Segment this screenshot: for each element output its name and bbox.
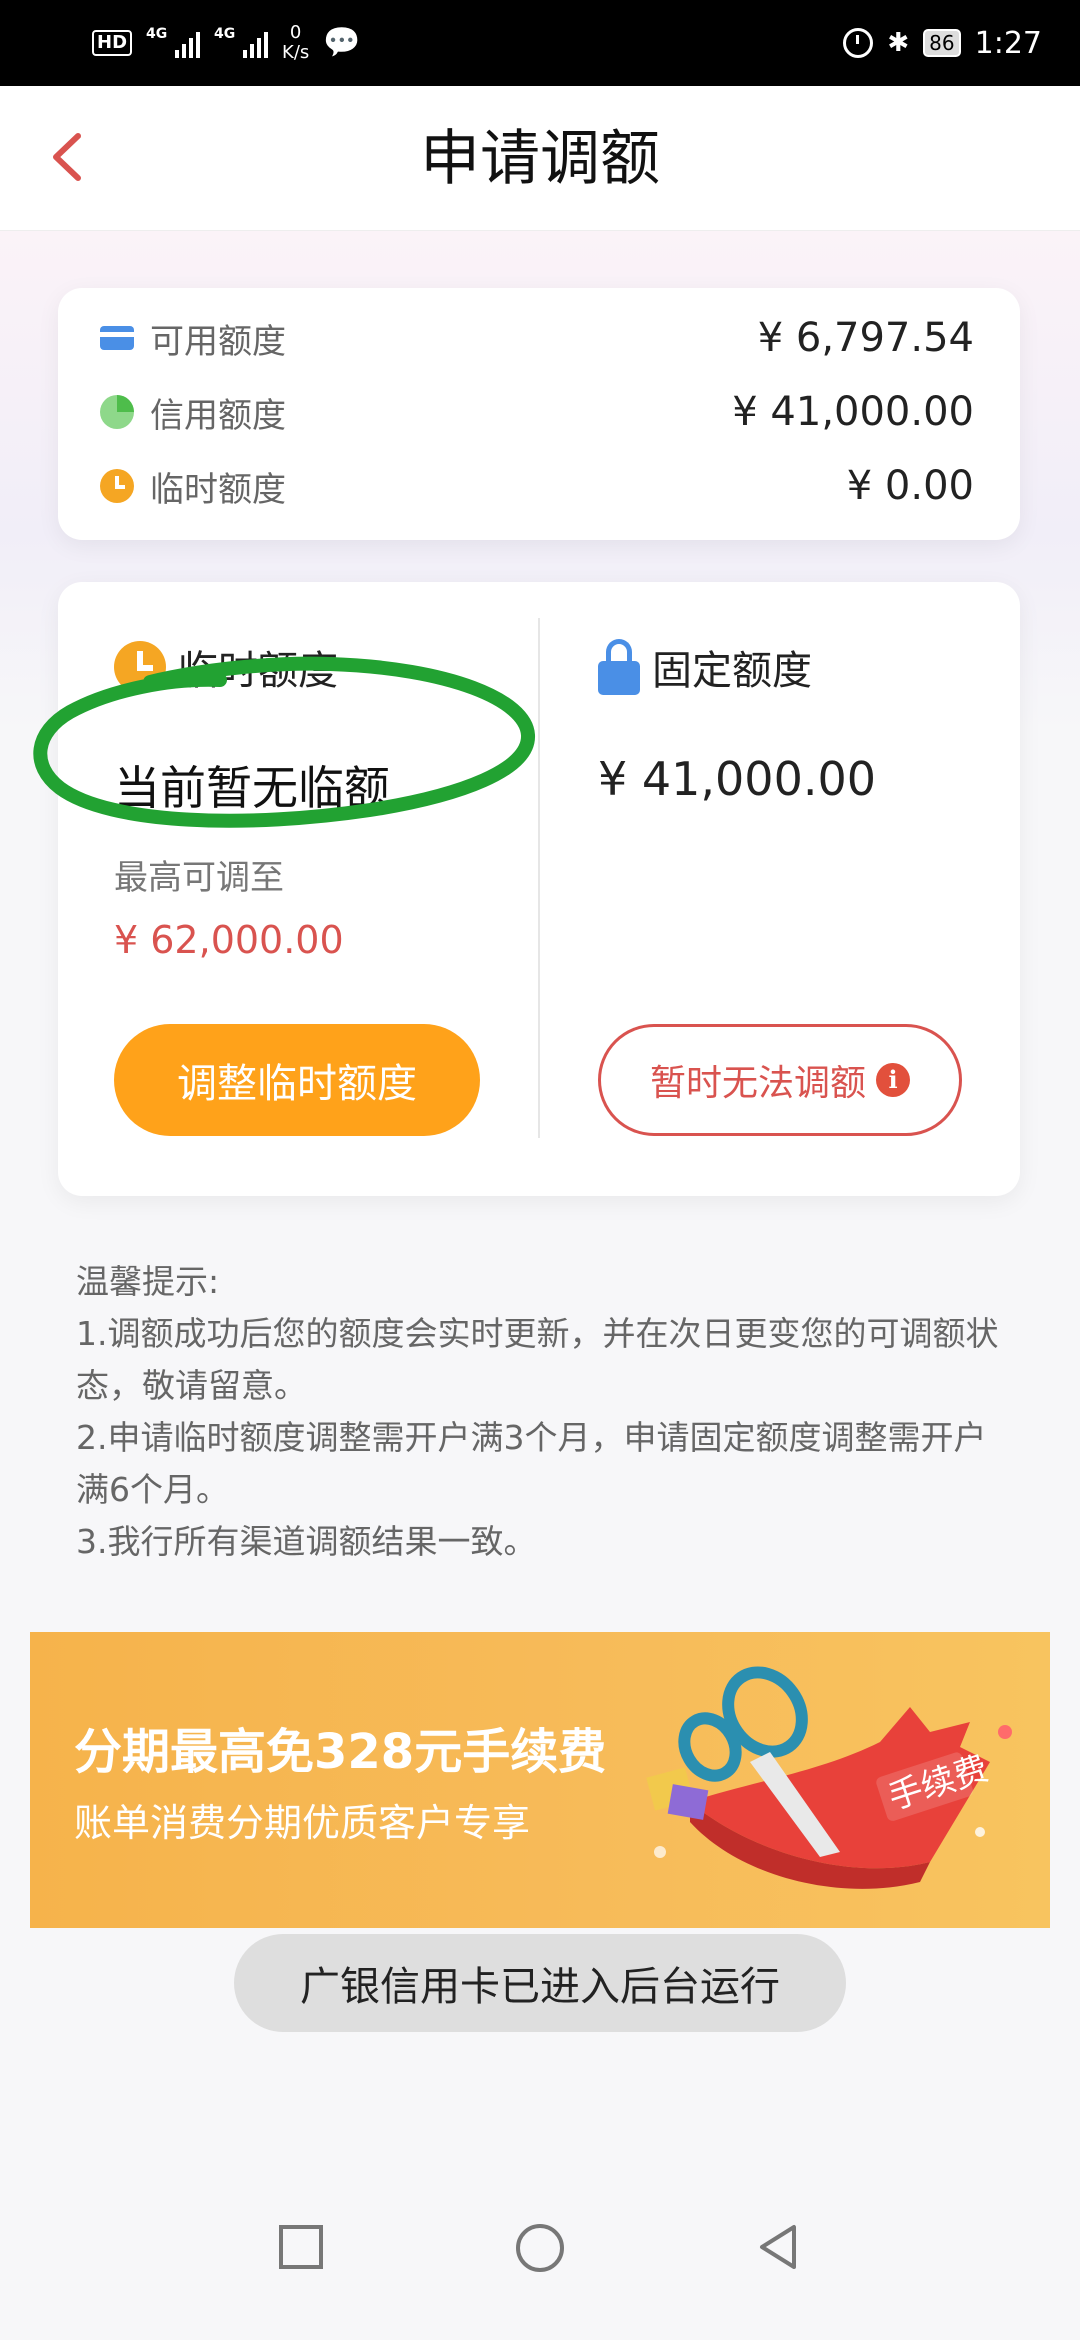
- app-header: 申请调额: [0, 86, 1080, 231]
- system-nav-bar: [0, 2054, 1080, 2340]
- tip-item: 3.我行所有渠道调额结果一致。: [76, 1522, 537, 1561]
- credit-summary-card: 可用额度 ¥ 6,797.54 信用额度 ¥ 41,000.00 临时额度 ¥ …: [58, 288, 1020, 540]
- pie-icon: [100, 395, 134, 429]
- tips-section: 温馨提示: 1.调额成功后您的额度会实时更新，并在次日更变您的可调额状态，敬请留…: [76, 1256, 1016, 1568]
- summary-row-temporary: 临时额度 ¥ 0.00: [100, 456, 974, 516]
- clock-time: 1:27: [974, 25, 1042, 61]
- hd-indicator: HD: [92, 30, 133, 56]
- summary-row-credit: 信用额度 ¥ 41,000.00: [100, 382, 974, 442]
- bluetooth-icon: ✱: [887, 28, 910, 58]
- temp-limit-status: 当前暂无临额: [114, 761, 390, 815]
- column-divider: [538, 618, 540, 1138]
- alarm-icon: [843, 28, 874, 58]
- lock-icon: [598, 639, 640, 695]
- banner-headline: 分期最高免328元手续费: [74, 1724, 607, 1780]
- home-button[interactable]: [514, 2222, 566, 2274]
- recent-apps-button[interactable]: [276, 2222, 326, 2272]
- status-left: HD 4G 4G 0 K/s 💬: [92, 0, 361, 86]
- promo-banner[interactable]: 分期最高免328元手续费 账单消费分期优质客户专享 手续费: [30, 1632, 1050, 1928]
- unable-adjust-label: 暂时无法调额: [649, 1063, 866, 1104]
- card-icon: [100, 326, 134, 350]
- adjust-temp-limit-button[interactable]: 调整临时额度: [114, 1024, 480, 1136]
- fixed-limit-value: ¥ 41,000.00: [598, 752, 876, 806]
- background-toast: 广银信用卡已进入后台运行: [234, 1934, 846, 2032]
- network-speed: 0 K/s: [282, 22, 310, 63]
- info-icon[interactable]: i: [876, 1063, 910, 1097]
- page-title: 申请调额: [420, 124, 660, 194]
- summary-row-available: 可用额度 ¥ 6,797.54: [100, 308, 974, 368]
- adjust-limit-card: 临时额度 当前暂无临额 最高可调至 ¥ 62,000.00 调整临时额度 固定额…: [58, 582, 1020, 1196]
- max-adjust-label: 最高可调至: [114, 858, 284, 898]
- battery-indicator: 86: [923, 29, 961, 57]
- tips-title: 温馨提示:: [76, 1262, 220, 1301]
- clock-icon: [114, 641, 166, 693]
- tip-item: 2.申请临时额度调整需开户满3个月，申请固定额度调整需开户满6个月。: [76, 1418, 987, 1509]
- scissors-ribbon-illustration: 手续费: [646, 1666, 1012, 1889]
- unable-adjust-button[interactable]: 暂时无法调额 i: [598, 1024, 962, 1136]
- clock-icon: [100, 469, 134, 503]
- temp-limit-header: 临时额度: [114, 638, 338, 696]
- status-bar: HD 4G 4G 0 K/s 💬 ✱ 86 1:27: [0, 0, 1080, 86]
- status-right: ✱ 86 1:27: [843, 0, 1042, 86]
- max-adjust-value: ¥ 62,000.00: [114, 918, 344, 962]
- fixed-limit-header: 固定额度: [598, 638, 812, 696]
- signal-icon: 4G: [214, 26, 269, 58]
- banner-subline: 账单消费分期优质客户专享: [74, 1801, 531, 1845]
- signal-icon: 4G: [146, 26, 201, 58]
- wechat-icon: 💬: [323, 25, 361, 60]
- back-nav-button[interactable]: [754, 2222, 804, 2272]
- tip-item: 1.调额成功后您的额度会实时更新，并在次日更变您的可调额状态，敬请留意。: [76, 1314, 999, 1405]
